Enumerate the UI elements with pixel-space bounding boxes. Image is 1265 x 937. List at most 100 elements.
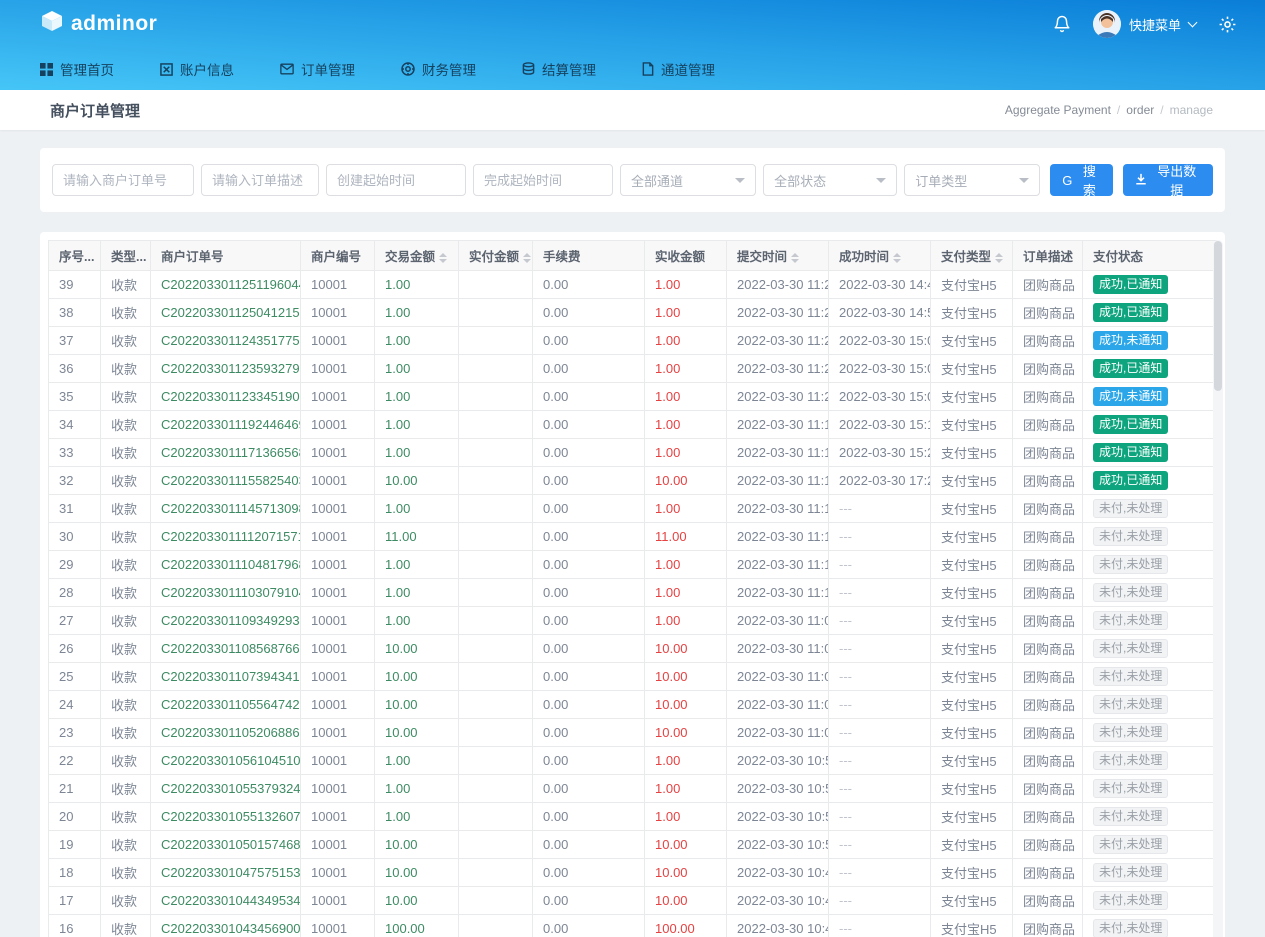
nav-item-settlement[interactable]: 结算管理: [522, 59, 596, 79]
cell-seq: 29: [49, 551, 101, 579]
user-menu[interactable]: 快捷菜单: [1093, 10, 1196, 38]
table-header-row: 序号...类型...商户订单号商户编号交易金额实付金额手续费实收金额提交时间成功…: [49, 241, 1218, 271]
col-header-paid[interactable]: 实付金额: [459, 241, 533, 271]
cell-type: 收款: [101, 299, 151, 327]
status-badge: 未付,未处理: [1093, 835, 1168, 854]
cell-amount: 1.00: [375, 355, 459, 383]
cell-merchant: 10001: [301, 439, 375, 467]
chevron-down-icon: [876, 178, 886, 183]
scrollbar-thumb[interactable]: [1214, 241, 1222, 391]
nav-item-home[interactable]: 管理首页: [40, 59, 114, 79]
table-row: 31收款C20220330111457130988100011.000.001.…: [49, 495, 1218, 523]
cell-order_no: C20220330105513260781: [151, 803, 301, 831]
col-header-submit[interactable]: 提交时间: [727, 241, 829, 271]
cell-fee: 0.00: [533, 355, 645, 383]
cell-received: 10.00: [645, 719, 727, 747]
cell-submit: 2022-03-30 10:47:57: [727, 859, 829, 887]
cell-submit: 2022-03-30 11:15:58: [727, 467, 829, 495]
cell-type: 收款: [101, 775, 151, 803]
sort-icon[interactable]: [439, 253, 447, 263]
gear-icon[interactable]: [1218, 15, 1237, 34]
col-header-received: 实收金额: [645, 241, 727, 271]
cell-desc: 团购商品: [1013, 803, 1083, 831]
status-select[interactable]: 全部状态: [763, 164, 897, 196]
nav-item-account[interactable]: 账户信息: [160, 59, 234, 79]
order-type-select[interactable]: 订单类型: [904, 164, 1040, 196]
table-row: 16收款C2022033010434569007510001100.000.00…: [49, 915, 1218, 937]
cell-merchant: 10001: [301, 327, 375, 355]
table-row: 25收款C202203301107394341971000110.000.001…: [49, 663, 1218, 691]
table-scrollbar[interactable]: [1213, 240, 1223, 937]
create-time-input[interactable]: [326, 164, 466, 196]
cell-seq: 30: [49, 523, 101, 551]
cell-amount: 1.00: [375, 775, 459, 803]
nav-label: 通道管理: [661, 59, 715, 79]
cell-order_no: C20220330110856876608: [151, 635, 301, 663]
search-button[interactable]: G 搜索: [1050, 164, 1113, 196]
cell-status: 未付,未处理: [1083, 523, 1218, 551]
cell-success: ---: [829, 887, 931, 915]
chevron-down-icon: [1188, 17, 1198, 27]
status-badge: 未付,未处理: [1093, 695, 1168, 714]
order-no-input[interactable]: [52, 164, 194, 196]
cell-status: 成功,未通知: [1083, 327, 1218, 355]
nav-item-finance[interactable]: 财务管理: [401, 59, 476, 79]
cell-desc: 团购商品: [1013, 831, 1083, 859]
nav-item-channel[interactable]: 通道管理: [642, 59, 715, 79]
cell-submit: 2022-03-30 11:05:20: [727, 719, 829, 747]
sort-icon[interactable]: [523, 253, 531, 263]
cell-paid: [459, 383, 533, 411]
cell-submit: 2022-03-30 11:10:48: [727, 551, 829, 579]
cell-pay_type: 支付宝H5: [931, 831, 1013, 859]
breadcrumb-item-order[interactable]: order: [1126, 103, 1154, 117]
cell-type: 收款: [101, 607, 151, 635]
export-button[interactable]: 导出数据: [1123, 164, 1213, 196]
sort-icon[interactable]: [995, 253, 1003, 263]
cell-merchant: 10001: [301, 719, 375, 747]
table-row: 22收款C20220330105610451005100011.000.001.…: [49, 747, 1218, 775]
cell-fee: 0.00: [533, 859, 645, 887]
cell-success: 2022-03-30 15:15:35: [829, 411, 931, 439]
cell-paid: [459, 915, 533, 937]
cell-pay_type: 支付宝H5: [931, 691, 1013, 719]
status-badge: 成功,已通知: [1093, 471, 1168, 490]
cell-received: 11.00: [645, 523, 727, 551]
channel-select[interactable]: 全部通道: [620, 164, 756, 196]
cell-pay_type: 支付宝H5: [931, 579, 1013, 607]
cell-status: 未付,未处理: [1083, 551, 1218, 579]
cell-status: 未付,未处理: [1083, 803, 1218, 831]
breadcrumb-item-root[interactable]: Aggregate Payment: [1005, 103, 1111, 117]
app-logo[interactable]: adminor: [40, 9, 157, 39]
cell-merchant: 10001: [301, 355, 375, 383]
nav-item-orders[interactable]: 订单管理: [280, 59, 355, 79]
finish-time-input[interactable]: [473, 164, 613, 196]
cell-received: 100.00: [645, 915, 727, 937]
bell-icon[interactable]: [1053, 15, 1071, 33]
col-header-pay_type[interactable]: 支付类型: [931, 241, 1013, 271]
status-badge: 未付,未处理: [1093, 583, 1168, 602]
cell-seq: 16: [49, 915, 101, 937]
cell-desc: 团购商品: [1013, 383, 1083, 411]
main-nav: 管理首页 账户信息 订单管理 财务管理 结算管理 通道管理: [0, 48, 1265, 90]
cell-paid: [459, 355, 533, 383]
cell-merchant: 10001: [301, 299, 375, 327]
cell-success: ---: [829, 859, 931, 887]
order-desc-input[interactable]: [201, 164, 319, 196]
cell-seq: 24: [49, 691, 101, 719]
col-header-success[interactable]: 成功时间: [829, 241, 931, 271]
cell-desc: 团购商品: [1013, 663, 1083, 691]
cell-type: 收款: [101, 831, 151, 859]
sort-icon[interactable]: [791, 253, 799, 263]
cell-status: 未付,未处理: [1083, 495, 1218, 523]
col-header-amount[interactable]: 交易金额: [375, 241, 459, 271]
cell-success: 2022-03-30 15:22:03: [829, 439, 931, 467]
cell-amount: 10.00: [375, 467, 459, 495]
cell-success: ---: [829, 607, 931, 635]
sort-icon[interactable]: [893, 253, 901, 263]
cell-merchant: 10001: [301, 663, 375, 691]
cell-merchant: 10001: [301, 579, 375, 607]
cell-paid: [459, 775, 533, 803]
cell-amount: 100.00: [375, 915, 459, 937]
cell-desc: 团购商品: [1013, 747, 1083, 775]
cell-paid: [459, 691, 533, 719]
